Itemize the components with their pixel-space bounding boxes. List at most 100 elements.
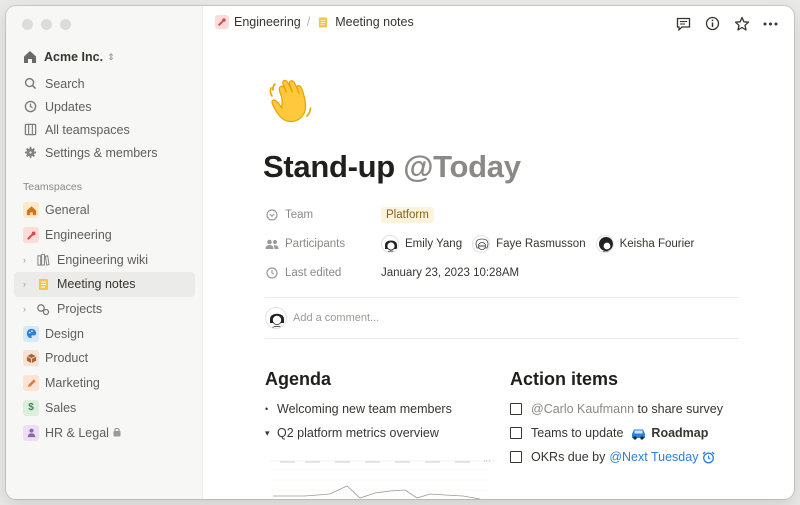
sidebar-item-label: Design (45, 326, 84, 341)
teamspaces-section-label: Teamspaces (23, 181, 82, 193)
sidebar-item-label: General (45, 203, 90, 218)
participant-name: Faye Rasmusson (496, 237, 586, 250)
team-tag[interactable]: Platform (381, 206, 434, 223)
grid-icon (23, 123, 37, 137)
app-window: Acme Inc. ⇕ Search Updates All teamspace… (6, 6, 794, 499)
sidebar: Acme Inc. ⇕ Search Updates All teamspace… (6, 6, 203, 499)
sidebar-item-label: Settings & members (45, 145, 158, 160)
sidebar-item-sales[interactable]: $ Sales (14, 396, 195, 421)
sidebar-item-engineering-wiki[interactable]: › Engineering wiki (14, 247, 195, 272)
participant-keisha-fourier[interactable]: Keisha Fourier (595, 234, 695, 253)
sidebar-item-label: Engineering (45, 228, 112, 243)
minimize-window-button[interactable] (41, 19, 52, 30)
sidebar-item-updates[interactable]: Updates (14, 95, 195, 118)
person-icon (23, 424, 39, 441)
avatar (595, 234, 614, 253)
close-window-button[interactable] (22, 19, 33, 30)
box-icon (23, 350, 39, 367)
action-items-heading[interactable]: Action items (510, 369, 618, 390)
todo-text: to share survey (634, 402, 723, 416)
todo-item[interactable]: Teams to update Roadmap (510, 426, 708, 440)
notepad-icon (316, 15, 330, 29)
sidebar-item-product[interactable]: Product (14, 346, 195, 371)
todo-item[interactable]: OKRs due by @Next Tuesday (510, 450, 715, 464)
select-icon (265, 208, 279, 222)
breadcrumb-engineering[interactable]: Engineering (215, 15, 301, 29)
todo-checkbox[interactable] (510, 403, 522, 415)
star-icon[interactable] (732, 14, 751, 33)
participants-label: Participants (285, 237, 346, 250)
lock-icon (113, 427, 121, 439)
agenda-item[interactable]: • Welcoming new team members (265, 402, 452, 416)
chevron-right-icon[interactable]: › (23, 255, 33, 265)
clock-icon (265, 266, 279, 280)
page-title-text: Stand-up (263, 149, 395, 184)
agenda-item[interactable]: ▾ Q2 platform metrics overview (265, 426, 439, 440)
house-icon (22, 49, 38, 65)
date-mention[interactable]: @Next Tuesday (609, 450, 698, 464)
workspace-switcher[interactable]: Acme Inc. ⇕ (22, 48, 115, 66)
agenda-heading[interactable]: Agenda (265, 369, 331, 390)
participant-name: Emily Yang (405, 237, 463, 250)
chevron-right-icon[interactable]: › (23, 279, 33, 289)
participant-name: Keisha Fourier (619, 237, 695, 250)
sidebar-item-search[interactable]: Search (14, 72, 195, 95)
sidebar-item-meeting-notes[interactable]: › Meeting notes (14, 272, 195, 297)
sidebar-item-label: Product (45, 351, 89, 366)
bullet-icon: • (265, 404, 269, 414)
chart-more-icon[interactable]: ··· (483, 458, 491, 466)
sidebar-item-hr-legal[interactable]: HR & Legal (14, 420, 195, 445)
date-mention[interactable]: @Today (403, 149, 521, 184)
pen-icon (23, 375, 39, 392)
breadcrumb: Engineering / Meeting notes (215, 15, 414, 29)
car-icon (630, 427, 647, 440)
last-edited-value: January 23, 2023 10:28AM (381, 266, 520, 279)
sidebar-item-projects[interactable]: › Projects (14, 297, 195, 322)
property-team[interactable]: Team Platform (265, 200, 745, 229)
agenda-item-text: Q2 platform metrics overview (277, 426, 439, 440)
breadcrumb-meeting-notes[interactable]: Meeting notes (316, 15, 414, 29)
sidebar-item-settings[interactable]: Settings & members (14, 141, 195, 164)
sidebar-item-label: All teamspaces (45, 122, 130, 137)
page-title[interactable]: Stand-up @Today (263, 149, 521, 185)
sidebar-item-label: Engineering wiki (57, 252, 149, 267)
property-label: Team (265, 208, 381, 222)
todo-text: Teams to update (531, 426, 624, 440)
comment-input[interactable]: Add a comment... (265, 307, 379, 329)
people-icon (265, 237, 279, 251)
sidebar-item-engineering[interactable]: Engineering (14, 223, 195, 248)
sidebar-item-design[interactable]: Design (14, 321, 195, 346)
main-content: Engineering / Meeting notes Stand-up @To… (203, 6, 794, 499)
zoom-window-button[interactable] (60, 19, 71, 30)
property-participants[interactable]: Participants Emily Yang Faye Rasmusson K… (265, 229, 745, 258)
clock-icon (23, 100, 37, 114)
waving-hand-icon[interactable] (265, 76, 317, 128)
toggle-icon[interactable]: ▾ (265, 428, 277, 439)
info-icon[interactable] (703, 14, 722, 33)
workspace-name: Acme Inc. (44, 50, 104, 64)
avatar (265, 307, 287, 329)
notepad-icon (35, 276, 51, 292)
participant-faye-rasmusson[interactable]: Faye Rasmusson (472, 234, 586, 253)
person-mention[interactable]: @Carlo Kaufmann (531, 402, 634, 416)
todo-item[interactable]: @Carlo Kaufmann to share survey (510, 402, 723, 416)
comments-icon[interactable] (674, 14, 693, 33)
sidebar-item-label: HR & Legal (45, 425, 109, 440)
dollar-icon: $ (23, 399, 39, 416)
sidebar-item-general[interactable]: General (14, 198, 195, 223)
embedded-chart-thumbnail[interactable]: ··· (265, 458, 497, 499)
books-icon (35, 252, 51, 268)
sidebar-item-marketing[interactable]: Marketing (14, 371, 195, 396)
house-icon (23, 202, 39, 219)
sidebar-item-all-teamspaces[interactable]: All teamspaces (14, 118, 195, 141)
page-properties: Team Platform Participants Emily Yang Fa… (265, 200, 745, 287)
roadmap-link[interactable]: Roadmap (651, 426, 708, 440)
todo-checkbox[interactable] (510, 427, 522, 439)
more-icon[interactable] (761, 14, 780, 33)
participant-emily-yang[interactable]: Emily Yang (381, 234, 463, 253)
divider (265, 338, 739, 339)
chevron-updown-icon: ⇕ (107, 51, 115, 62)
todo-checkbox[interactable] (510, 451, 522, 463)
teamspace-list: General Engineering › Engineering wiki › (14, 198, 195, 445)
chevron-right-icon[interactable]: › (23, 304, 33, 314)
